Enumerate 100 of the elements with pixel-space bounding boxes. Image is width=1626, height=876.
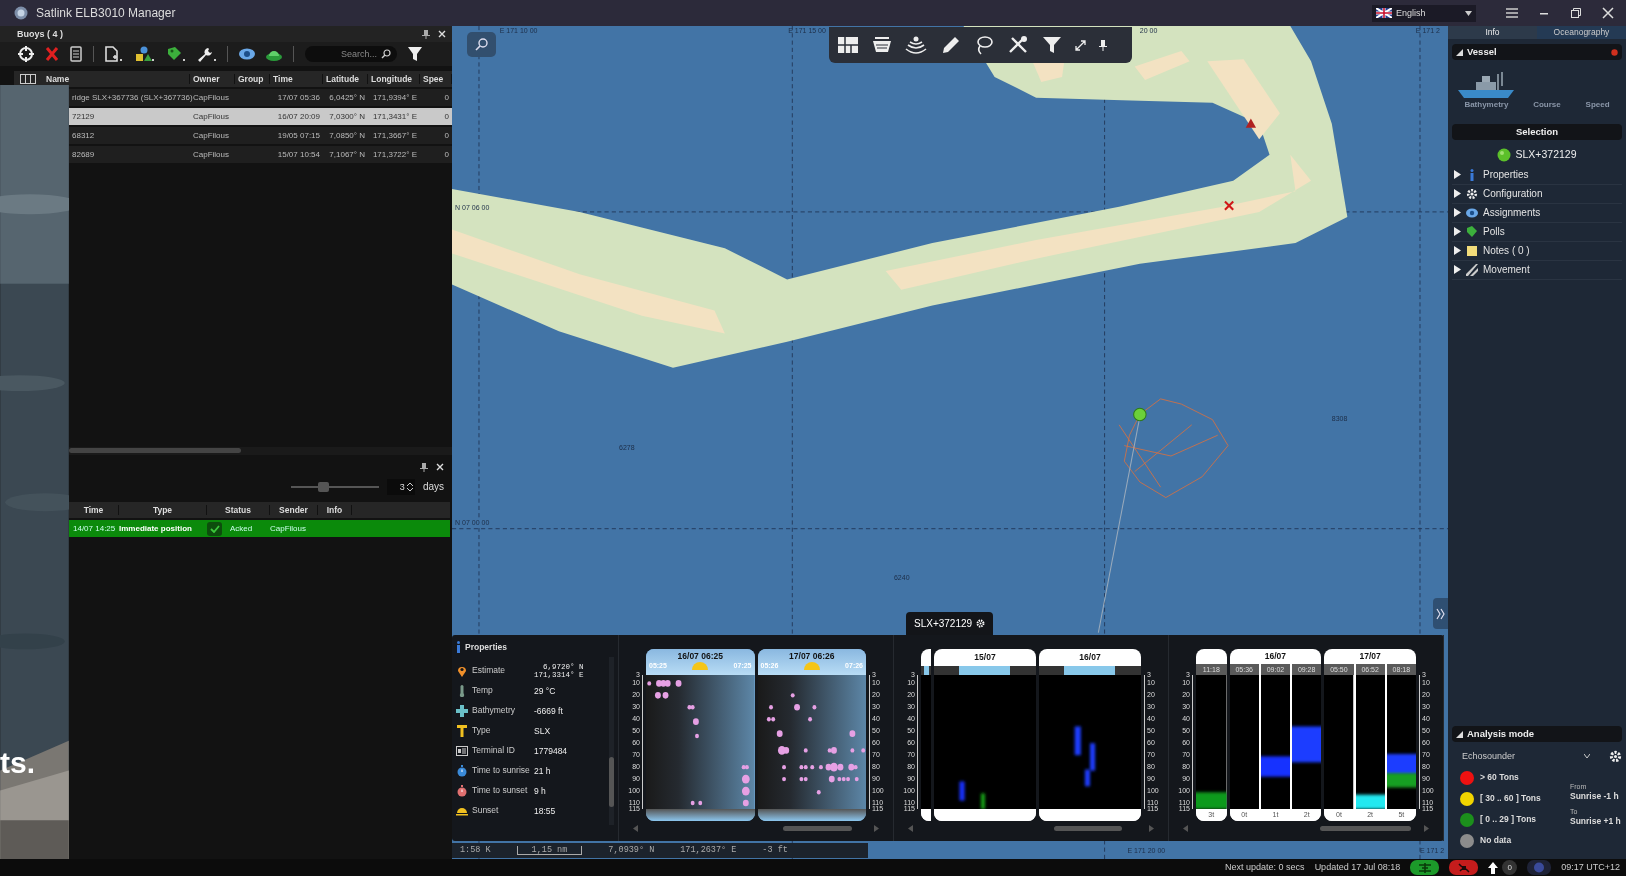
collapse-button[interactable] — [1433, 598, 1448, 629]
columns-icon[interactable] — [20, 74, 36, 84]
close-icon[interactable] — [1602, 7, 1614, 19]
new-document-icon[interactable] — [105, 46, 123, 62]
scrollbar-thumb[interactable] — [1319, 825, 1411, 831]
table-row[interactable]: ridge SLX+367736 (SLX+367736)CapFilous 17/07 05:36 6,0425° N 171,9394° E 0 — [69, 89, 452, 106]
scroll-right-icon[interactable] — [1149, 824, 1154, 832]
triangle-marker[interactable] — [1245, 118, 1257, 128]
tab[interactable]: Info — [1448, 26, 1537, 39]
column-header[interactable]: Type — [119, 504, 207, 516]
date-label: 16/07 06:25 — [676, 650, 724, 662]
column-header[interactable]: Time — [270, 73, 323, 85]
expand-arrow-icon[interactable] — [1454, 170, 1461, 180]
status-text: Updated 17 Jul 08:18 — [1314, 862, 1401, 873]
scroll-left-icon[interactable] — [633, 824, 638, 832]
section-title: Analysis mode — [1467, 728, 1535, 740]
pin-icon[interactable] — [1098, 39, 1108, 51]
close-icon[interactable] — [438, 30, 446, 38]
layout-icon[interactable] — [837, 35, 859, 55]
cross-marker[interactable] — [1223, 200, 1235, 211]
settings-icon[interactable] — [1609, 750, 1622, 763]
sonar-icon[interactable] — [905, 35, 927, 55]
table-row[interactable]: 72129 CapFilous 16/07 20:09 7,0300° N 171,3431° E 0 — [69, 108, 452, 125]
scrollbar-thumb[interactable] — [783, 825, 852, 831]
scrollbar-thumb[interactable] — [69, 448, 241, 453]
tree-item[interactable]: Configuration — [1452, 184, 1622, 204]
basket-icon[interactable] — [871, 35, 893, 55]
collapse-arrow-icon[interactable] — [1456, 730, 1463, 738]
shapes-icon[interactable] — [134, 46, 154, 62]
pin-icon — [456, 665, 468, 677]
panel-tab[interactable]: SLX+372129 — [906, 612, 994, 635]
column-header[interactable]: Sender — [270, 504, 318, 516]
table-row[interactable]: 68312 CapFilous 19/05 07:15 7,0850° N 171,3667° E 0 — [69, 127, 452, 144]
filter-icon[interactable] — [1041, 35, 1063, 55]
scroll-left-icon[interactable] — [1183, 824, 1188, 832]
close-icon[interactable] — [436, 463, 444, 471]
checkbox[interactable] — [207, 521, 222, 536]
expand-icon[interactable] — [1075, 39, 1086, 51]
tree-item[interactable]: Properties — [1452, 165, 1622, 185]
search-button[interactable] — [467, 32, 496, 57]
language-dropdown[interactable]: English — [1372, 4, 1476, 22]
globe-icon[interactable] — [1527, 860, 1552, 875]
legend-label: [ 30 .. 60 ] Tons — [1480, 793, 1541, 804]
flag-icon — [1376, 8, 1392, 18]
expand-arrow-icon[interactable] — [1454, 189, 1461, 199]
property-label: Terminal ID — [472, 746, 516, 756]
scrollbar-thumb[interactable] — [1053, 825, 1123, 831]
expand-arrow-icon[interactable] — [1454, 246, 1461, 256]
pin-icon[interactable] — [420, 463, 428, 472]
column-header[interactable]: Info — [318, 504, 352, 516]
network-button[interactable] — [1410, 860, 1440, 875]
pin-icon[interactable] — [422, 29, 430, 39]
menu-icon[interactable] — [1506, 7, 1518, 19]
upload-arrow-icon — [1488, 861, 1499, 874]
slider-thumb[interactable] — [317, 482, 329, 492]
table-cell-text: 72129 — [71, 111, 96, 122]
column-header[interactable]: Longitude — [368, 73, 420, 85]
search-icon[interactable] — [381, 49, 391, 59]
tree-item[interactable]: Assignments — [1452, 203, 1622, 223]
column-header[interactable]: Name — [43, 73, 190, 85]
ship-icon — [1458, 72, 1514, 98]
search-field[interactable]: Search... — [305, 46, 397, 62]
scroll-left-icon[interactable] — [908, 824, 913, 832]
expand-arrow-icon[interactable] — [1454, 265, 1461, 275]
number-field[interactable]: 3 — [386, 479, 415, 495]
table-cell-text: 0 — [443, 149, 450, 160]
expand-arrow-icon[interactable] — [1454, 208, 1461, 218]
delete-icon[interactable] — [45, 46, 59, 62]
column-header[interactable]: Latitude — [323, 73, 368, 85]
scroll-right-icon[interactable] — [874, 824, 879, 832]
scroll-right-icon[interactable] — [1424, 824, 1429, 832]
tree-item[interactable]: Notes ( 0 ) — [1452, 241, 1622, 261]
tree-item[interactable]: Polls — [1452, 222, 1622, 242]
buoy-marker[interactable] — [1133, 407, 1147, 422]
mode-dropdown[interactable]: Echosounder — [1462, 751, 1590, 762]
collapse-arrow-icon[interactable] — [1456, 48, 1463, 56]
column-header[interactable]: Status — [207, 504, 270, 516]
scrollbar-thumb[interactable] — [609, 757, 614, 807]
coordinate-text: 7,0939° N — [608, 845, 655, 856]
property-value: SLX — [534, 725, 551, 737]
caret-icon — [1465, 10, 1472, 16]
table-row[interactable]: 14/07 14:25 Immediate position Acked CapFilous — [69, 520, 450, 537]
table-row[interactable]: 82689 CapFilous 15/07 10:54 7,1067° N 171,3722° E 0 — [69, 146, 452, 163]
column-header[interactable]: Owner — [190, 73, 235, 85]
sunset-icon — [456, 805, 468, 817]
eye-icon[interactable] — [239, 46, 255, 62]
restore-icon[interactable] — [1570, 7, 1582, 19]
wrench-icon[interactable] — [196, 46, 216, 62]
expand-arrow-icon[interactable] — [1454, 227, 1461, 237]
tag-icon[interactable] — [165, 46, 185, 62]
crosshair-icon[interactable] — [18, 46, 34, 62]
tree-item[interactable]: Movement — [1452, 260, 1622, 280]
tab[interactable]: Oceanography — [1537, 26, 1626, 39]
satellite-button[interactable] — [1449, 860, 1479, 875]
document-icon[interactable] — [70, 46, 82, 62]
column-header[interactable]: Group — [235, 73, 270, 85]
stopwatch-icon — [456, 765, 468, 777]
tools-icon[interactable] — [1007, 35, 1029, 55]
count-badge: 0 — [1502, 860, 1518, 875]
filter-icon[interactable] — [408, 46, 422, 62]
